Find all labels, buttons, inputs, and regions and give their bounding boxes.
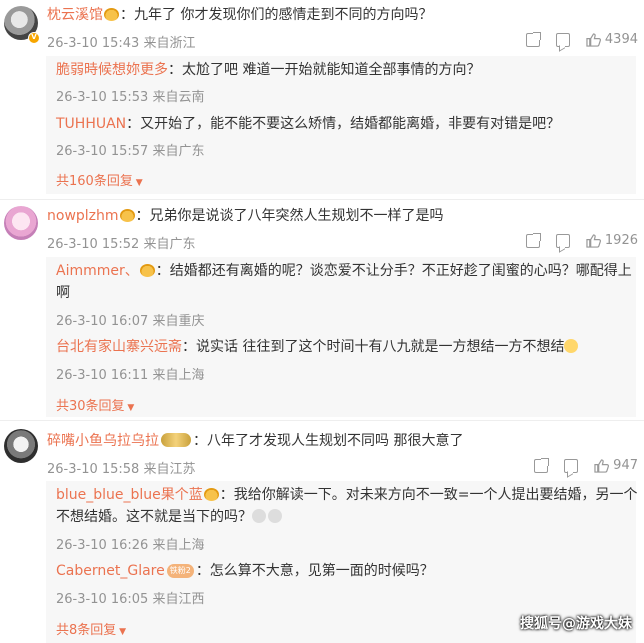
more-replies-label: 共160条回复 — [56, 174, 133, 189]
like-button[interactable]: 4394 — [586, 32, 638, 47]
reply-text: ：我给你解读一下。对未来方向不一致=一个人提出要结婚，另一个 — [219, 487, 638, 503]
emoji-icon — [268, 509, 282, 523]
caret-down-icon: ▼ — [124, 403, 135, 413]
comment-meta: 26-3-10 15:58 来自江苏 — [47, 462, 196, 477]
like-button[interactable]: 1926 — [586, 233, 638, 248]
thumbs-up-icon — [586, 32, 601, 47]
comment-line: 碎嘴小鱼乌拉乌拉 ：八年了才发现人生规划不同吗 那很大意了 — [47, 431, 463, 451]
reply-username[interactable]: Cabernet_Glare — [56, 563, 165, 579]
reply-text: 不想结婚。这不就是当下的吗？ — [56, 509, 252, 525]
share-icon[interactable] — [534, 457, 550, 473]
reply-line: Aimmmer、 ：结婚都还有离婚的呢？谈恋爱不让分手？不正好趁了闺蜜的心吗？哪配… — [56, 261, 632, 281]
reply-line: Cabernet_Glare 铁粉2 ：怎么算不大意，见第一面的时候吗？ — [56, 561, 434, 581]
comment-actions: 1926 — [525, 232, 638, 248]
like-count: 947 — [613, 458, 638, 473]
username[interactable]: nowplzhm — [47, 208, 119, 224]
caret-down-icon: ▼ — [116, 627, 127, 637]
comment-text: ：八年了才发现人生规划不同吗 那很大意了 — [193, 433, 464, 449]
reply-text: ：太尬了吧 难道一开始就能知道全部事情的方向？ — [168, 62, 481, 78]
thumbs-up-icon — [594, 458, 610, 473]
comment-meta: 26-3-10 15:43 来自浙江 — [47, 36, 196, 51]
reply-text: ：怎么算不大意，见第一面的时候吗？ — [195, 563, 434, 579]
watermark: 搜狐号@游戏大妹 — [520, 616, 632, 632]
comment-actions: 4394 — [525, 31, 638, 47]
avatar[interactable] — [4, 429, 38, 463]
like-count: 4394 — [604, 32, 638, 47]
more-replies-link[interactable]: 共30条回复 ▼ — [56, 395, 134, 414]
comment-meta: 26-3-10 15:52 来自广东 — [47, 237, 196, 252]
more-replies-label: 共8条回复 — [56, 623, 117, 638]
reply-meta: 26-3-10 15:57 来自广东 — [56, 144, 205, 159]
share-icon[interactable] — [525, 31, 541, 47]
thumbs-up-icon — [586, 233, 601, 248]
more-replies-link[interactable]: 共160条回复 ▼ — [56, 170, 143, 189]
reply-username[interactable]: Aimmmer、 — [56, 263, 139, 279]
like-button[interactable]: 947 — [594, 458, 638, 473]
reply-text: ：说实话 往往到了这个时间十有八九就是一方想结一方不想结 — [182, 339, 565, 355]
vip-badge-icon — [161, 433, 191, 447]
more-replies-link[interactable]: 共8条回复 ▼ — [56, 619, 126, 638]
comment-card: 碎嘴小鱼乌拉乌拉 ：八年了才发现人生规划不同吗 那很大意了 26-3-10 15:… — [0, 421, 644, 643]
fan-badge-icon — [104, 8, 119, 21]
reply-meta: 26-3-10 16:05 来自江西 — [56, 592, 205, 607]
emoji-icon — [252, 509, 266, 523]
reply-line: TUHHUAN：又开始了，能不能不要这么矫情，结婚都能离婚，非要有对错是吧？ — [56, 114, 560, 134]
reply-icon[interactable] — [555, 32, 570, 47]
reply-list: Aimmmer、 ：结婚都还有离婚的呢？谈恋爱不让分手？不正好趁了闺蜜的心吗？哪配… — [46, 257, 636, 417]
comment-text: ：兄弟你是说谈了八年突然人生规划不一样了是吗 — [135, 208, 444, 224]
reply-meta: 26-3-10 16:26 来自上海 — [56, 538, 205, 553]
comment-line: 枕云溪馆 ：九年了 你才发现你们的感情走到不同的方向吗？ — [47, 5, 432, 25]
verified-icon: V — [28, 32, 40, 44]
reply-list: 脆弱時候想妳更多：太尬了吧 难道一开始就能知道全部事情的方向？ 26-3-10 … — [46, 56, 636, 194]
comment-card: nowplzhm ：兄弟你是说谈了八年突然人生规划不一样了是吗 26-3-10 1… — [0, 200, 644, 420]
reply-line-cont: 不想结婚。这不就是当下的吗？ — [56, 507, 282, 527]
reply-icon[interactable] — [564, 458, 579, 473]
fan-level-badge: 铁粉2 — [166, 564, 194, 578]
reply-text: ：又开始了，能不能不要这么矫情，结婚都能离婚，非要有对错是吧？ — [126, 116, 561, 132]
comment-line: nowplzhm ：兄弟你是说谈了八年突然人生规划不一样了是吗 — [47, 206, 444, 226]
reply-meta: 26-3-10 15:53 来自云南 — [56, 90, 205, 105]
emoji-icon — [564, 339, 579, 353]
caret-down-icon: ▼ — [132, 178, 143, 188]
reply-line-cont: 啊 — [56, 283, 70, 303]
reply-icon[interactable] — [555, 233, 570, 248]
username[interactable]: 碎嘴小鱼乌拉乌拉 — [47, 433, 159, 449]
like-count: 1926 — [604, 233, 638, 248]
reply-text: ：结婚都还有离婚的呢？谈恋爱不让分手？不正好趁了闺蜜的心吗？哪配得上 — [155, 263, 632, 279]
share-icon[interactable] — [525, 232, 541, 248]
avatar[interactable] — [4, 206, 38, 240]
fan-badge-icon — [139, 264, 155, 277]
reply-line: 脆弱時候想妳更多：太尬了吧 难道一开始就能知道全部事情的方向？ — [56, 60, 480, 80]
reply-line: 台北有家山寨兴远斋：说实话 往往到了这个时间十有八九就是一方想结一方不想结 — [56, 337, 579, 357]
reply-username[interactable]: 脆弱時候想妳更多 — [56, 62, 168, 78]
reply-text: 啊 — [56, 285, 70, 301]
reply-line: blue_blue_blue果个蓝 ：我给你解读一下。对未来方向不一致=一个人提出… — [56, 485, 638, 505]
fan-badge-icon — [119, 209, 135, 222]
reply-meta: 26-3-10 16:11 来自上海 — [56, 368, 205, 383]
reply-username[interactable]: TUHHUAN — [56, 116, 126, 132]
reply-username[interactable]: blue_blue_blue果个蓝 — [56, 487, 203, 503]
reply-meta: 26-3-10 16:07 来自重庆 — [56, 314, 205, 329]
more-replies-label: 共30条回复 — [56, 399, 125, 414]
reply-username[interactable]: 台北有家山寨兴远斋 — [56, 339, 182, 355]
comment-text: ：九年了 你才发现你们的感情走到不同的方向吗？ — [120, 7, 433, 23]
comment-actions: 947 — [534, 457, 638, 473]
username[interactable]: 枕云溪馆 — [47, 7, 103, 23]
comment-card: V 枕云溪馆 ：九年了 你才发现你们的感情走到不同的方向吗？ 26-3-10 15… — [0, 0, 644, 200]
fan-badge-icon — [203, 488, 219, 501]
